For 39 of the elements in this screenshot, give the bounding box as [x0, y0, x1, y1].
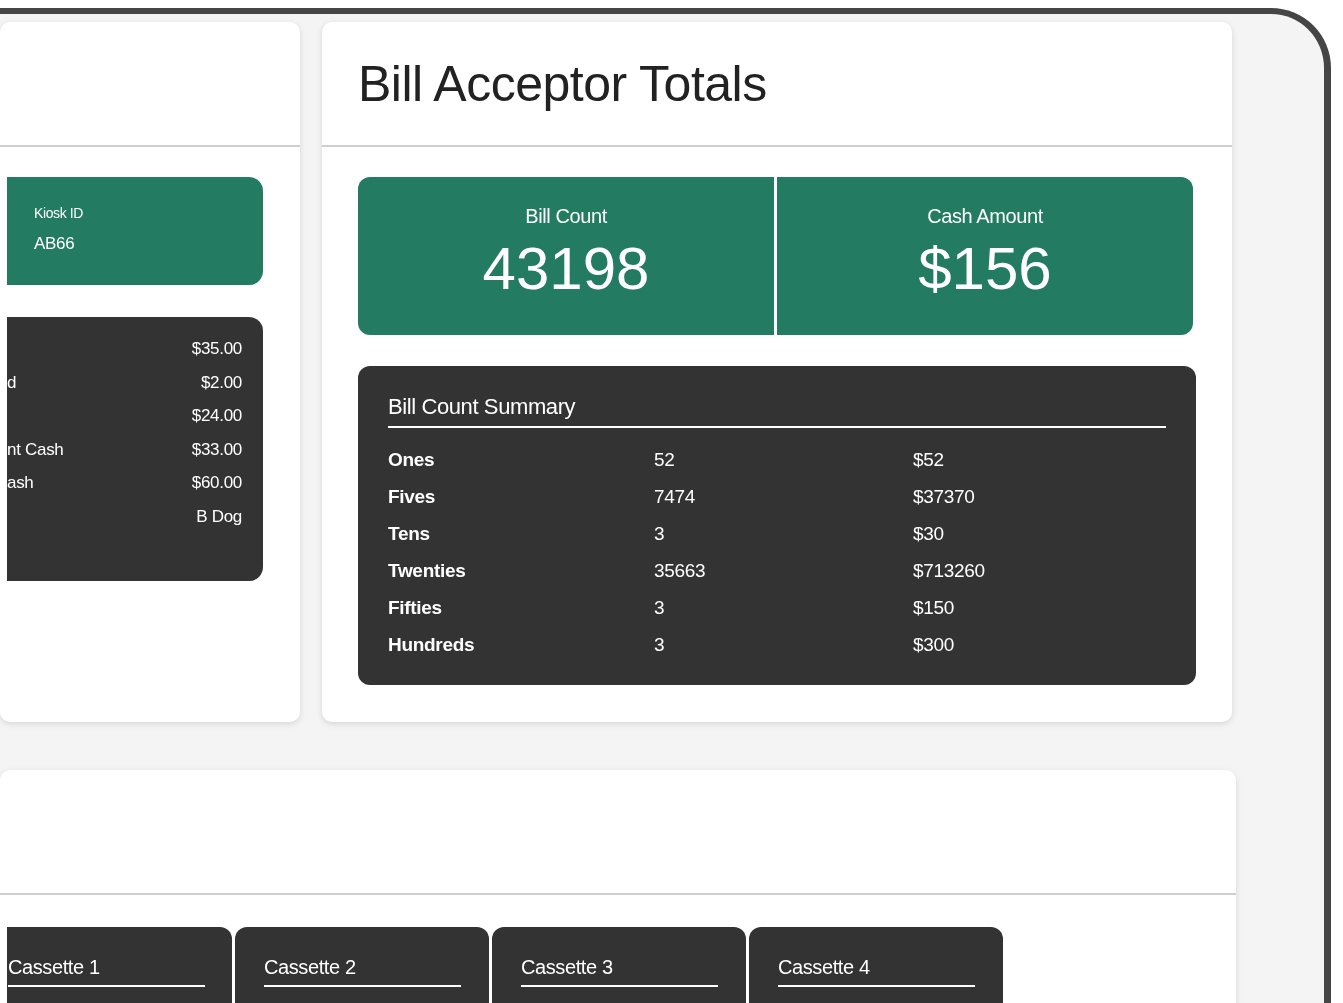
stat-value: $156: [918, 234, 1052, 303]
detail-value: $2.00: [200, 371, 242, 393]
bill-count: 35663: [654, 559, 707, 582]
detail-label: ash: [7, 472, 34, 494]
denomination-label: Tens: [388, 522, 431, 545]
detail-value: $24.00: [191, 405, 242, 427]
cassette-title: Cassette 1: [8, 956, 205, 987]
cassette-title: Cassette 3: [521, 956, 718, 987]
detail-value: $35.00: [191, 338, 242, 360]
bill-amount: $52: [913, 448, 945, 471]
bill-count: 3: [654, 522, 666, 545]
cassette-title: Cassette 2: [264, 956, 461, 987]
denomination-label: Twenties: [388, 559, 467, 582]
bill-amount: $150: [913, 596, 956, 619]
detail-label: nt Cash: [7, 438, 64, 460]
bill-count: 7474: [654, 485, 697, 508]
kiosk-id-label: Kiosk ID: [34, 205, 84, 221]
cassette-title: Cassette 4: [778, 956, 975, 987]
denomination-label: Fifties: [388, 596, 443, 619]
card-title: Bill Acceptor Totals: [358, 54, 767, 113]
bill-amount: $30: [913, 522, 945, 545]
summary-title: Bill Count Summary: [388, 394, 1166, 428]
stat-label: Cash Amount: [927, 205, 1043, 228]
stat-value: 43198: [482, 234, 650, 303]
bill-amount: $300: [913, 633, 956, 656]
detail-value: $60.00: [191, 472, 242, 494]
denomination-label: Hundreds: [388, 633, 476, 656]
detail-value: B Dog: [196, 505, 242, 527]
bill-count: 52: [654, 448, 676, 471]
bill-amount: $713260: [913, 559, 986, 582]
bill-count: 3: [654, 633, 666, 656]
detail-value: $33.00: [191, 438, 242, 460]
bill-amount: $37370: [913, 485, 976, 508]
stat-label: Bill Count: [525, 205, 607, 228]
bill-count: 3: [654, 596, 666, 619]
denomination-label: Fives: [388, 485, 437, 508]
detail-label: d: [7, 371, 17, 393]
denomination-label: Ones: [388, 448, 436, 471]
kiosk-id-value: AB66: [34, 234, 76, 254]
